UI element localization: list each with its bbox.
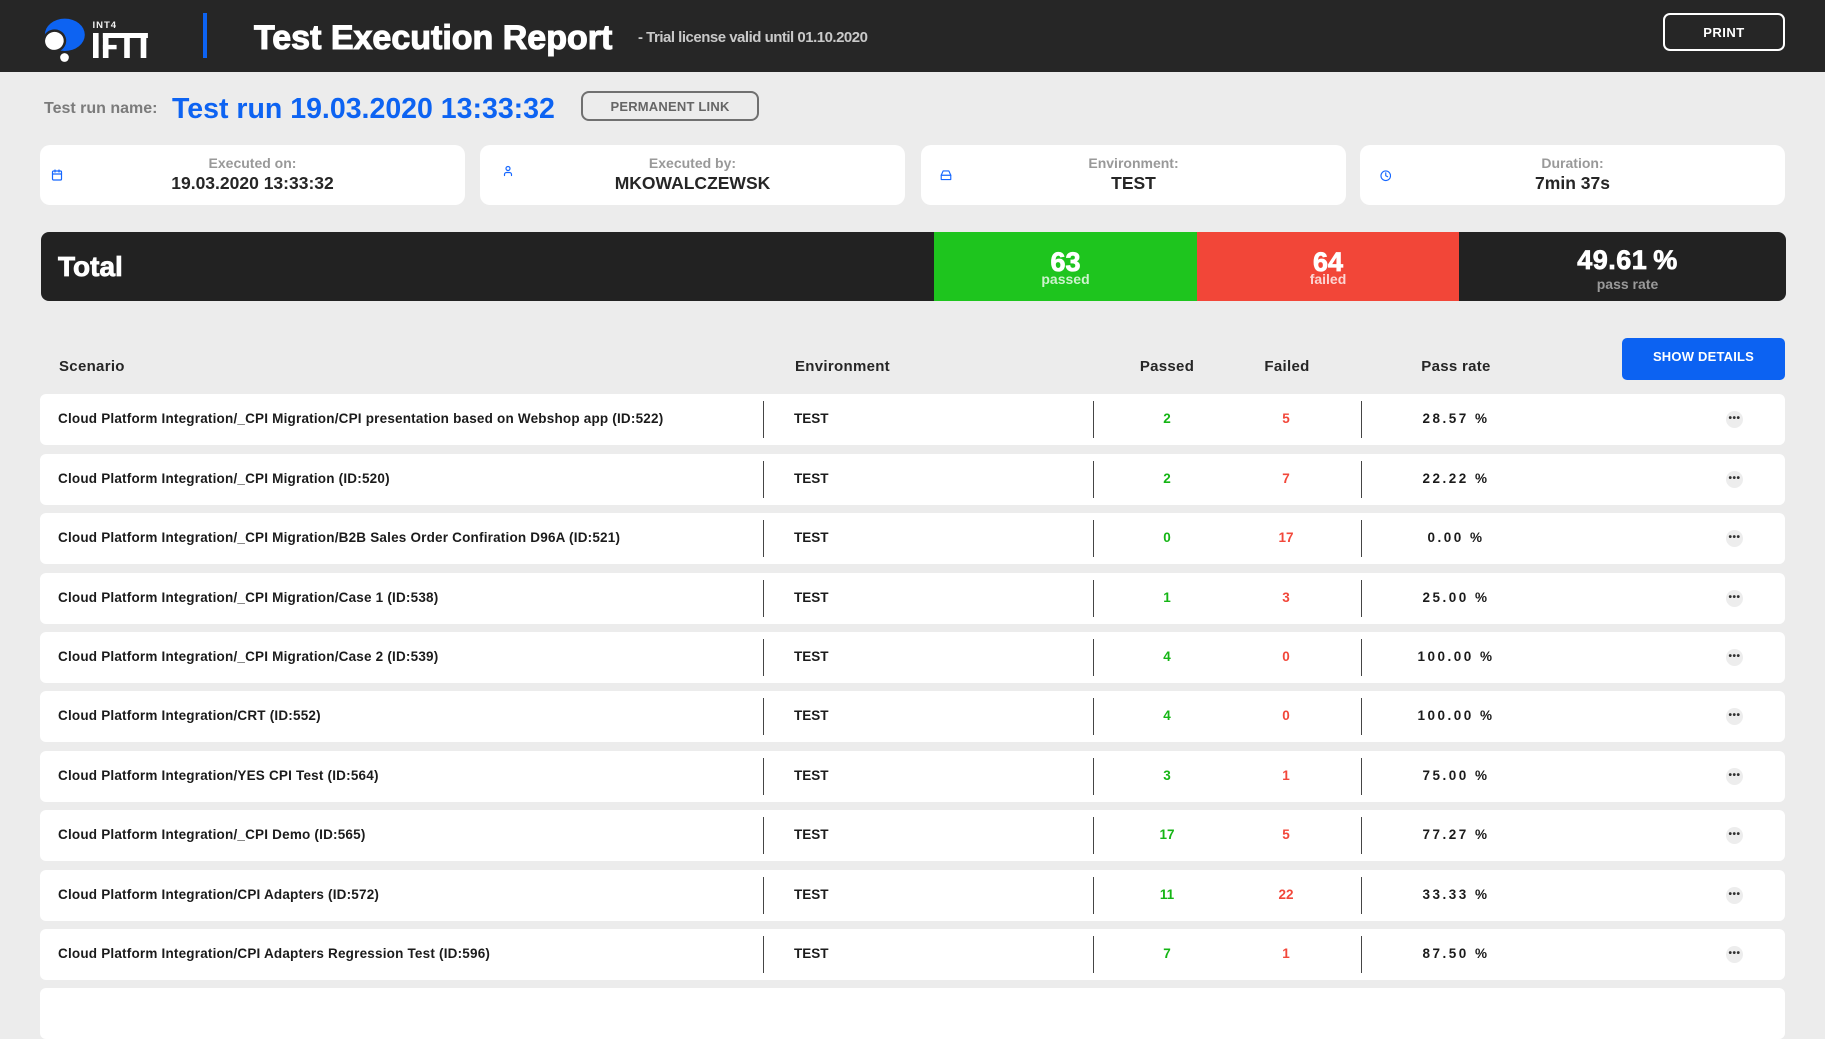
svg-text:INT4: INT4: [93, 20, 118, 31]
